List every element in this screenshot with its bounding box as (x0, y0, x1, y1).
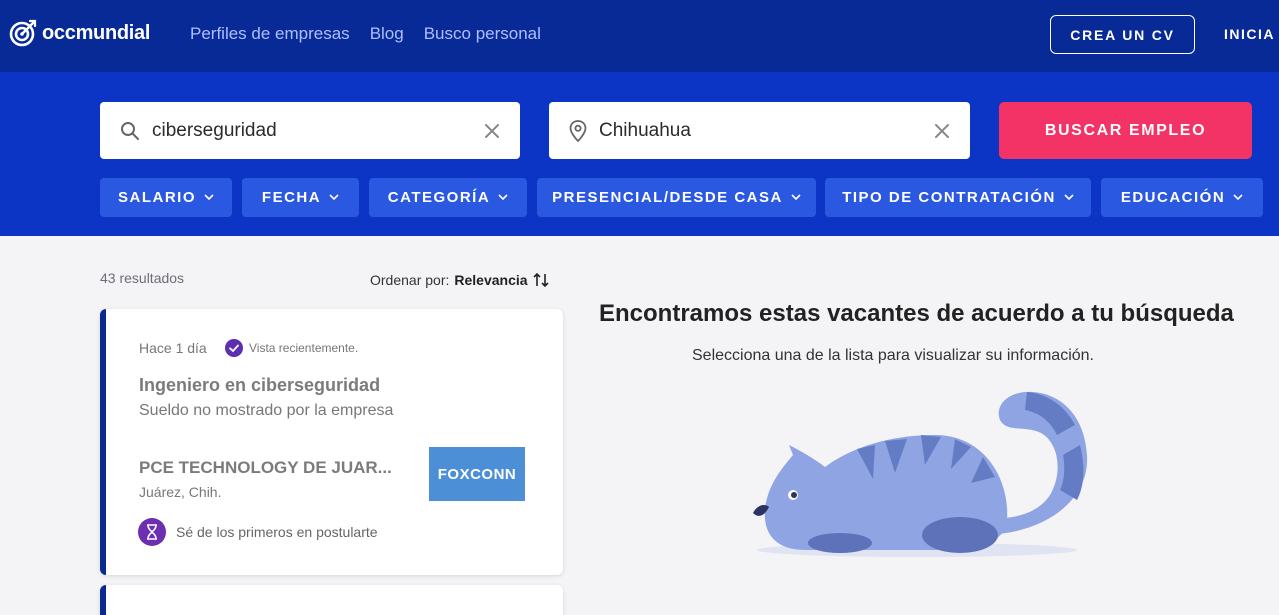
early-applicant-badge: Sé de los primeros en postularte (138, 518, 378, 546)
hourglass-icon (138, 518, 166, 546)
create-cv-button[interactable]: CREA UN CV (1050, 15, 1195, 54)
job-card[interactable]: Hace 1 día Vista recientemente. Ingenier… (100, 309, 563, 575)
early-applicant-text: Sé de los primeros en postularte (176, 524, 378, 540)
results-count: 43 resultados (100, 270, 185, 286)
job-location: Juárez, Chih. (139, 484, 222, 500)
close-icon (485, 123, 499, 138)
chevron-down-icon (791, 194, 801, 201)
sort-arrows-icon (532, 273, 549, 287)
filter-label: PRESENCIAL/DESDE CASA (552, 189, 783, 206)
location-field[interactable]: Chihuahua (549, 102, 970, 159)
nav-perfiles-empresas[interactable]: Perfiles de empresas (190, 24, 350, 44)
clear-location-button[interactable] (922, 111, 962, 151)
sort-value: Relevancia (454, 272, 528, 288)
filter-label: CATEGORÍA (387, 189, 491, 206)
chevron-down-icon (204, 194, 214, 201)
login-link[interactable]: INICIA (1224, 26, 1275, 42)
filter-categoria[interactable]: CATEGORÍA (369, 178, 527, 217)
sleeping-cat-illustration (753, 391, 1088, 557)
keyword-input[interactable]: ciberseguridad (152, 120, 472, 142)
company-name: PCE TECHNOLOGY DE JUAR... (139, 458, 392, 477)
search-jobs-button[interactable]: BUSCAR EMPLEO (999, 102, 1252, 159)
nav-blog[interactable]: Blog (370, 24, 404, 44)
main-nav: Perfiles de empresas Blog Busco personal (190, 24, 541, 44)
location-pin-icon (569, 119, 587, 142)
sort-control[interactable]: Ordenar por: Relevancia (370, 272, 549, 288)
logo-text: occmundial (42, 21, 151, 44)
clear-keyword-button[interactable] (472, 111, 512, 151)
chevron-down-icon (498, 194, 508, 201)
posted-date: Hace 1 día (139, 340, 207, 356)
filter-label: TIPO DE CONTRATACIÓN (842, 189, 1056, 206)
occ-logo[interactable]: occmundial (8, 18, 150, 48)
location-input[interactable]: Chihuahua (599, 120, 922, 142)
sort-label: Ordenar por: (370, 272, 450, 288)
job-title[interactable]: Ingeniero en ciberseguridad (139, 375, 380, 396)
keyword-field[interactable]: ciberseguridad (100, 102, 520, 159)
viewed-text: Vista recientemente. (249, 341, 359, 355)
check-circle-icon (225, 339, 243, 357)
chevron-down-icon (1233, 194, 1243, 201)
filter-fecha[interactable]: FECHA (242, 178, 359, 217)
search-icon (121, 121, 139, 140)
chevron-down-icon (1064, 194, 1074, 201)
viewed-badge: Vista recientemente. (225, 339, 358, 357)
job-salary: Sueldo no mostrado por la empresa (139, 402, 394, 419)
filter-contratacion[interactable]: TIPO DE CONTRATACIÓN (825, 178, 1091, 217)
filter-bar: SALARIO FECHA CATEGORÍA PRESENCIAL/DESDE… (0, 178, 1279, 217)
company-logo: FOXCONN (429, 447, 525, 501)
filter-label: SALARIO (118, 189, 196, 206)
nav-busco-personal[interactable]: Busco personal (424, 24, 541, 44)
empty-state-heading: Encontramos estas vacantes de acuerdo a … (599, 300, 1234, 327)
chevron-down-icon (329, 194, 339, 201)
occ-logo-icon (9, 19, 37, 47)
filter-label: EDUCACIÓN (1120, 189, 1226, 206)
close-icon (935, 123, 949, 138)
filter-label: FECHA (261, 189, 322, 206)
empty-state-subheading: Selecciona una de la lista para visualiz… (692, 347, 1094, 364)
top-navbar: occmundial Perfiles de empresas Blog Bus… (0, 0, 1279, 72)
filter-presencial[interactable]: PRESENCIAL/DESDE CASA (537, 178, 816, 217)
job-card[interactable] (100, 585, 563, 615)
filter-salario[interactable]: SALARIO (100, 178, 232, 217)
filter-educacion[interactable]: EDUCACIÓN (1101, 178, 1263, 217)
search-band: ciberseguridad Chihuahua BUSCAR EMPLEO S… (0, 72, 1279, 236)
